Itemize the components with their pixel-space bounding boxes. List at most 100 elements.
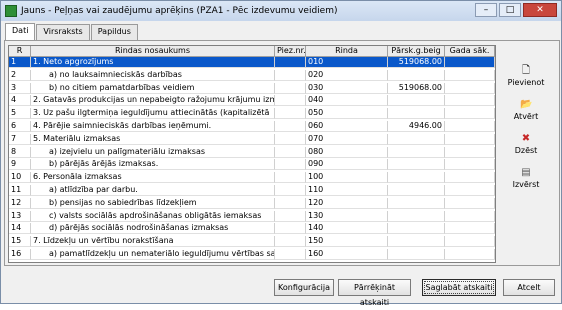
table-row[interactable]: 3 b) no citiem pamatdarbības veidiem 030 51… [9,82,495,94]
cell-rinda[interactable]: 040 [306,95,388,107]
delete-button[interactable]: ✖ Dzēst [501,133,551,167]
cancel-button[interactable]: Atcelt [503,279,555,296]
table-row[interactable]: 12 b) pensijas no sabiedrības līdzekļiem 1… [9,197,495,209]
cell-piez[interactable] [275,172,306,184]
cell-gsak[interactable] [445,133,495,145]
cell-piez[interactable] [275,121,306,132]
cell-piez[interactable] [275,223,306,235]
cell-name[interactable]: a) atlīdzība par darbu. [31,185,275,196]
table-row[interactable]: 16 a) pamatlīdzekļu un nemateriālo ieguld… [9,249,495,260]
cell-r[interactable]: 13 [9,210,31,222]
table-row[interactable]: 6 4. Pārējie saimnieciskās darbības ieņēm… [9,121,495,132]
cell-r[interactable]: 11 [9,185,31,196]
table-row[interactable]: 11 a) atlīdzība par darbu. 110 [9,185,495,196]
cell-piez[interactable] [275,197,306,209]
cell-piez[interactable] [275,108,306,120]
cell-name[interactable]: d) pārējās sociālās nodrošināšanas izmak… [31,223,275,235]
cell-gbeig[interactable] [388,159,445,171]
table-row[interactable]: 5 3. Uz pašu ilgtermiņa ieguldījumu attie… [9,108,495,120]
open-button[interactable]: 📂 Atvērt [501,99,551,133]
header-name[interactable]: Rindas nosaukums [31,46,275,57]
table-row[interactable]: 4 2. Gatavās produkcijas un nepabeigto ra… [9,95,495,107]
cell-gsak[interactable] [445,95,495,107]
cell-r[interactable]: 9 [9,159,31,171]
cell-r[interactable]: 4 [9,95,31,107]
cell-r[interactable]: 8 [9,146,31,158]
cell-gbeig[interactable] [388,210,445,222]
cell-piez[interactable] [275,236,306,248]
table-row[interactable]: 13 c) valsts sociālās apdrošināšanas obli… [9,210,495,222]
title-bar[interactable]: Jauns - Peļņas vai zaudējumu aprēķins (P… [1,1,561,21]
cell-gsak[interactable] [445,249,495,260]
cell-rinda[interactable]: 030 [306,82,388,94]
cell-gsak[interactable] [445,82,495,94]
header-r[interactable]: R [9,46,31,57]
add-button[interactable]: 🗋 Pievienot [501,65,551,99]
cell-r[interactable]: 12 [9,197,31,209]
cell-name[interactable]: 3. Uz pašu ilgtermiņa ieguldījumu attiec… [31,108,275,120]
cell-gsak[interactable] [445,69,495,81]
cell-gsak[interactable] [445,172,495,184]
cell-gbeig[interactable] [388,223,445,235]
cell-piez[interactable] [275,69,306,81]
cell-name[interactable]: c) valsts sociālās apdrošināšanas obligā… [31,210,275,222]
table-row[interactable]: 9 b) pārējās ārējās izmaksas. 090 [9,159,495,171]
cell-rinda[interactable]: 010 [306,57,388,68]
tab-papildus[interactable]: Papildus [90,24,138,40]
cell-name[interactable]: b) pārējās ārējās izmaksas. [31,159,275,171]
cell-gsak[interactable] [445,146,495,158]
minimize-button[interactable]: – [475,3,497,17]
cell-rinda[interactable]: 070 [306,133,388,145]
cell-gbeig[interactable]: 519068.00 [388,57,445,68]
cell-gsak[interactable] [445,223,495,235]
table-row[interactable]: 7 5. Materiālu izmaksas 070 [9,133,495,145]
cell-gsak[interactable] [445,159,495,171]
cell-name[interactable]: 4. Pārējie saimnieciskās darbības ieņēmu… [31,121,275,132]
cell-name[interactable]: 2. Gatavās produkcijas un nepabeigto raž… [31,95,275,107]
cell-r[interactable]: 16 [9,249,31,260]
cell-name[interactable]: a) pamatlīdzekļu un nemateriālo ieguldīj… [31,249,275,260]
cell-gbeig[interactable]: 4946.00 [388,121,445,132]
cell-rinda[interactable]: 060 [306,121,388,132]
cell-r[interactable]: 10 [9,172,31,184]
table-row[interactable]: 15 7. Līdzekļu un vērtību norakstīšana 150 [9,236,495,248]
cell-piez[interactable] [275,210,306,222]
cell-r[interactable]: 3 [9,82,31,94]
cell-gsak[interactable] [445,236,495,248]
cell-gbeig[interactable] [388,197,445,209]
cell-piez[interactable] [275,57,306,68]
cell-r[interactable]: 1 [9,57,31,68]
cell-gsak[interactable] [445,108,495,120]
cell-piez[interactable] [275,146,306,158]
cell-gsak[interactable] [445,210,495,222]
cell-name[interactable]: b) pensijas no sabiedrības līdzekļiem [31,197,275,209]
close-button[interactable]: ✕ [523,3,557,17]
cell-rinda[interactable]: 080 [306,146,388,158]
cell-rinda[interactable]: 140 [306,223,388,235]
cell-gsak[interactable] [445,121,495,132]
cell-r[interactable]: 15 [9,236,31,248]
cell-name[interactable]: a) izejvielu un palīgmateriālu izmaksas [31,146,275,158]
table-row[interactable]: 1 1. Neto apgrozījums 010 519068.00 [9,57,495,68]
maximize-button[interactable]: □ [499,3,521,17]
cell-r[interactable]: 14 [9,223,31,235]
cell-gbeig[interactable] [388,69,445,81]
cell-rinda[interactable]: 050 [306,108,388,120]
cell-rinda[interactable]: 100 [306,172,388,184]
cell-gbeig[interactable]: 519068.00 [388,82,445,94]
header-year-start[interactable]: Gada sāk. [445,46,495,57]
cell-r[interactable]: 5 [9,108,31,120]
cell-piez[interactable] [275,185,306,196]
cell-gbeig[interactable] [388,249,445,260]
cell-piez[interactable] [275,95,306,107]
cell-gsak[interactable] [445,57,495,68]
cell-rinda[interactable]: 130 [306,210,388,222]
save-report-button[interactable]: Saglabāt atskaiti [422,279,496,296]
cell-name[interactable]: 5. Materiālu izmaksas [31,133,275,145]
cell-rinda[interactable]: 090 [306,159,388,171]
cell-r[interactable]: 6 [9,121,31,132]
cell-gsak[interactable] [445,197,495,209]
cell-gbeig[interactable] [388,172,445,184]
cell-piez[interactable] [275,249,306,260]
tab-virsraksts[interactable]: Virsraksts [36,24,90,40]
